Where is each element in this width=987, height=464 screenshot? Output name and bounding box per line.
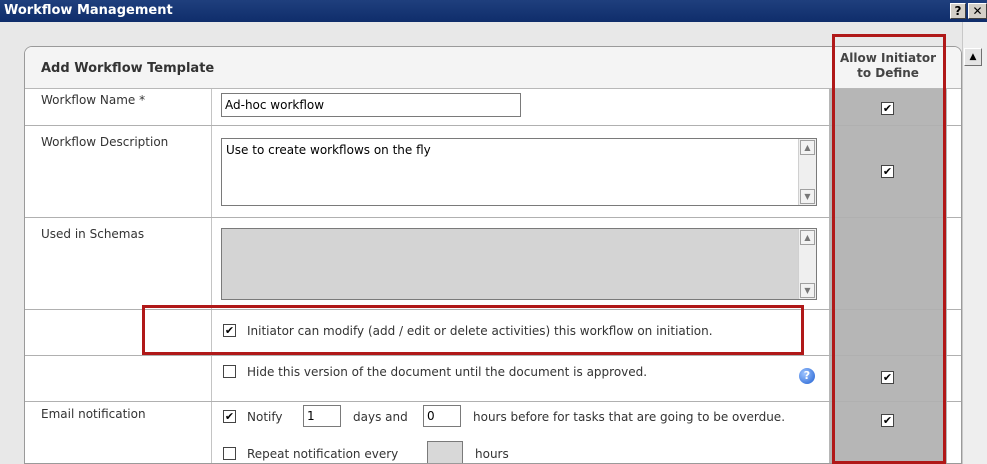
allow-description-checkbox[interactable]: ✔: [881, 165, 894, 178]
days-and-label: days and: [353, 410, 408, 424]
help-button[interactable]: ?: [950, 3, 966, 19]
used-in-schemas-label: Used in Schemas: [41, 227, 145, 241]
allow-initiator-header: Allow Initiator to Define: [840, 51, 936, 80]
scroll-up-icon[interactable]: ▲: [964, 48, 982, 66]
workflow-name-input[interactable]: [221, 93, 521, 117]
notify-checkbox[interactable]: ✔: [223, 410, 236, 423]
scroll-down-icon[interactable]: ▼: [800, 189, 815, 204]
description-scrollbar[interactable]: ▲ ▼: [798, 139, 816, 205]
row-divider: [25, 401, 961, 402]
workflow-description-textarea[interactable]: Use to create workflows on the fly ▲ ▼: [221, 138, 817, 206]
repeat-notification-label: Repeat notification every: [247, 447, 399, 461]
repeat-hours-unit: hours: [475, 447, 509, 461]
allow-name-checkbox[interactable]: ✔: [881, 102, 894, 115]
row-divider: [25, 217, 961, 218]
schemas-scrollbar[interactable]: ▲ ▼: [798, 229, 816, 299]
window-title-bar: Workflow Management: [0, 0, 987, 22]
notify-hours-input[interactable]: [423, 405, 461, 427]
window-title: Workflow Management: [4, 3, 173, 18]
panel-title: Add Workflow Template: [41, 61, 215, 76]
scroll-down-icon[interactable]: ▼: [800, 283, 815, 298]
info-icon[interactable]: ?: [799, 368, 815, 384]
page-scrollbar[interactable]: [962, 22, 987, 464]
row-divider: [25, 355, 961, 356]
add-workflow-template-panel: Add Workflow Template Allow Initiator to…: [24, 46, 962, 464]
repeat-hours-input: [427, 441, 463, 463]
used-in-schemas-box: ▲ ▼: [221, 228, 817, 300]
scroll-up-icon[interactable]: ▲: [800, 230, 815, 245]
notify-days-input[interactable]: [303, 405, 341, 427]
allow-hide-version-checkbox[interactable]: ✔: [881, 371, 894, 384]
notify-label: Notify: [247, 410, 283, 424]
hours-before-label: hours before for tasks that are going to…: [473, 410, 786, 424]
repeat-notification-checkbox[interactable]: [223, 447, 236, 460]
workflow-name-label: Workflow Name *: [41, 93, 146, 107]
allow-email-checkbox[interactable]: ✔: [881, 414, 894, 427]
initiator-modify-checkbox[interactable]: ✔: [223, 324, 236, 337]
initiator-modify-label: Initiator can modify (add / edit or dele…: [247, 324, 713, 338]
workflow-description-text: Use to create workflows on the fly: [226, 143, 431, 157]
row-divider: [25, 309, 961, 310]
hide-version-label: Hide this version of the document until …: [247, 365, 648, 379]
label-column-divider: [211, 89, 212, 463]
scroll-up-icon[interactable]: ▲: [800, 140, 815, 155]
close-button[interactable]: ✕: [968, 3, 987, 19]
hide-version-checkbox[interactable]: [223, 365, 236, 378]
email-notification-label: Email notification: [41, 407, 146, 421]
workflow-description-label: Workflow Description: [41, 135, 169, 149]
row-divider: [25, 125, 961, 126]
